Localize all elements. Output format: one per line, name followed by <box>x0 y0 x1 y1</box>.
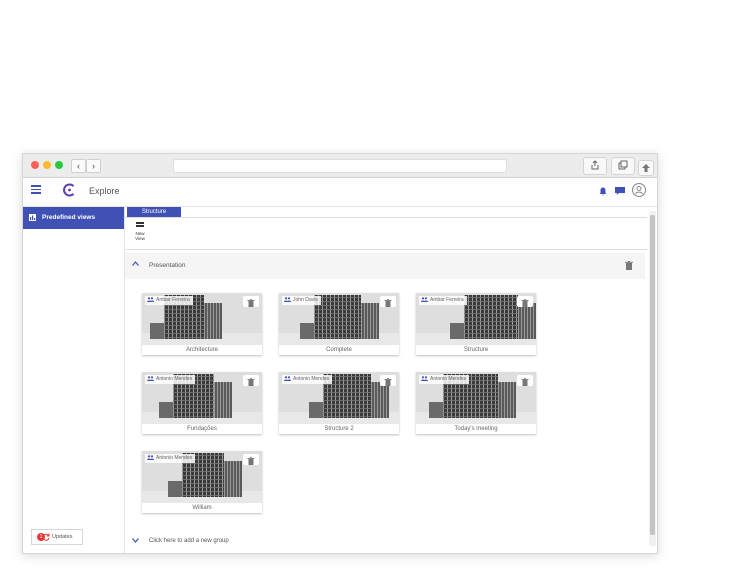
trash-icon <box>384 299 392 307</box>
page-title: Explore <box>89 186 120 196</box>
view-owner: Antonio Mendes <box>145 375 196 384</box>
view-owner-name: John Davis <box>293 297 318 303</box>
group-icon <box>284 376 291 382</box>
arrow-up-icon <box>642 164 650 173</box>
chevron-up-icon[interactable] <box>132 261 139 266</box>
updates-label: Updates <box>52 534 73 540</box>
trash-icon <box>384 378 392 386</box>
app-logo <box>63 183 75 197</box>
tab-divider <box>125 217 647 218</box>
new-view-label-line2: View <box>135 236 145 241</box>
share-button[interactable] <box>583 157 607 175</box>
chevron-down-icon <box>132 538 139 543</box>
forward-button[interactable]: › <box>86 159 101 173</box>
user-silhouette-icon <box>635 186 643 195</box>
updates-button[interactable]: 1 Updates <box>31 529 83 545</box>
trash-icon[interactable] <box>625 261 633 270</box>
view-name: Fundações <box>142 424 262 434</box>
delete-view-button[interactable] <box>517 296 533 307</box>
browser-window: ‹ › Explore Predefined views 1 Updates S… <box>22 153 658 554</box>
address-bar[interactable] <box>173 159 507 173</box>
chevron-right-icon: › <box>92 161 95 171</box>
group-icon <box>147 297 154 303</box>
tabs-button[interactable] <box>611 157 635 175</box>
group-icon <box>147 455 154 461</box>
view-owner-name: Ambar Ferreira <box>156 297 190 303</box>
minimize-window-button[interactable] <box>43 161 51 169</box>
view-owner: Ambar Ferreira <box>145 296 193 305</box>
group-icon <box>421 376 428 382</box>
new-view-button[interactable]: New View <box>133 222 147 241</box>
trash-icon <box>247 378 255 386</box>
sidebar: Predefined views 1 Updates <box>23 207 125 553</box>
add-group-label: Click here to add a new group <box>149 538 229 544</box>
trash-icon <box>247 299 255 307</box>
browser-toolbar: ‹ › <box>23 154 657 178</box>
view-name: Structure 2 <box>279 424 399 434</box>
chart-icon <box>29 214 36 221</box>
view-owner: John Davis <box>282 296 321 305</box>
view-owner-name: Antonio Mendes <box>430 376 467 382</box>
view-card[interactable]: John Davis Complete <box>279 293 399 355</box>
add-group-row[interactable]: Click here to add a new group <box>125 531 645 553</box>
view-name: Structure <box>416 345 536 355</box>
delete-view-button[interactable] <box>243 296 259 307</box>
trash-icon <box>247 457 255 465</box>
tabs-icon <box>618 160 628 170</box>
sidebar-item-label: Predefined views <box>42 214 96 221</box>
delete-view-button[interactable] <box>243 454 259 465</box>
group-icon <box>284 297 291 303</box>
view-card[interactable]: Ambar Ferreira Structure <box>416 293 536 355</box>
view-owner-name: Antonio Mendes <box>156 376 193 382</box>
close-window-button[interactable] <box>31 161 39 169</box>
toolbar-divider <box>125 249 647 250</box>
view-owner: Antonio Mendes <box>419 375 470 384</box>
sidebar-item-predefined-views[interactable]: Predefined views <box>23 207 124 229</box>
view-owner: Antonio Mendes <box>145 454 196 463</box>
share-icon <box>591 160 599 170</box>
group-header[interactable]: Presentation <box>125 253 645 279</box>
view-owner-name: Antonio Mendes <box>156 455 193 461</box>
hamburger-icon[interactable] <box>31 185 41 194</box>
scrollbar[interactable] <box>649 211 656 546</box>
delete-view-button[interactable] <box>243 375 259 386</box>
trash-icon <box>521 378 529 386</box>
view-card[interactable]: Ambar Ferreira Architecture <box>142 293 262 355</box>
view-owner: Ambar Ferreira <box>419 296 467 305</box>
delete-view-button[interactable] <box>380 296 396 307</box>
view-card[interactable]: Antonio Mendes Fundações <box>142 372 262 434</box>
new-tab-button[interactable] <box>638 160 654 176</box>
delete-view-button[interactable] <box>517 375 533 386</box>
account-icon[interactable] <box>632 183 646 197</box>
tab-structure[interactable]: Structure <box>127 207 181 217</box>
main-content: Structure New View Presentation Ambar Fe… <box>125 207 657 553</box>
view-card[interactable]: Antonio Mendes Today's meeting <box>416 372 536 434</box>
group-icon <box>147 376 154 382</box>
group-title: Presentation <box>149 262 186 269</box>
chat-icon[interactable] <box>614 186 626 196</box>
group-icon <box>421 297 428 303</box>
view-owner-name: Ambar Ferreira <box>430 297 464 303</box>
scrollbar-thumb[interactable] <box>650 215 655 535</box>
view-name: Today's meeting <box>416 424 536 434</box>
view-card-grid: Ambar Ferreira Architecture John Davis Comp… <box>125 279 645 531</box>
view-name: Architecture <box>142 345 262 355</box>
view-card[interactable]: Antonio Mendes Structure 2 <box>279 372 399 434</box>
back-button[interactable]: ‹ <box>71 159 86 173</box>
bell-icon[interactable] <box>599 187 607 196</box>
view-owner: Antonio Mendes <box>282 375 333 384</box>
view-group: Presentation Ambar Ferreira Architecture J… <box>125 253 645 531</box>
app-header: Explore <box>23 178 657 207</box>
refresh-icon <box>42 533 50 541</box>
view-name: William <box>142 503 262 513</box>
delete-view-button[interactable] <box>380 375 396 386</box>
maximize-window-button[interactable] <box>55 161 63 169</box>
chevron-left-icon: ‹ <box>77 161 80 171</box>
trash-icon <box>521 299 529 307</box>
view-owner-name: Antonio Mendes <box>293 376 330 382</box>
view-name: Complete <box>279 345 399 355</box>
layers-icon <box>136 222 144 229</box>
view-card[interactable]: Antonio Mendes William <box>142 451 262 513</box>
